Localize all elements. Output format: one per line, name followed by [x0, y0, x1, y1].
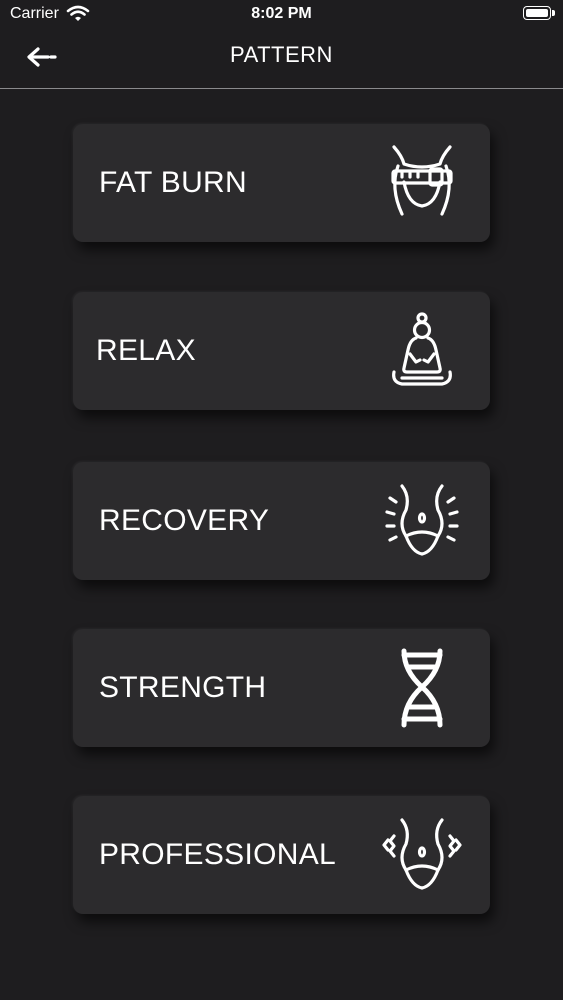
header-divider — [0, 88, 563, 89]
waist-measure-icon — [382, 142, 462, 224]
pattern-label: FAT BURN — [99, 166, 247, 199]
dna-icon — [382, 647, 462, 729]
page-title: PATTERN — [230, 42, 333, 67]
pattern-card-strength[interactable]: STRENGTH — [73, 629, 490, 747]
nav-bar: PATTERN — [0, 30, 563, 88]
battery-icon — [523, 6, 555, 20]
pattern-label: STRENGTH — [99, 671, 267, 704]
abdomen-recovery-icon — [382, 480, 462, 562]
pattern-card-professional[interactable]: PROFESSIONAL — [73, 796, 490, 914]
status-bar: Carrier 8:02 PM — [0, 0, 563, 30]
pattern-card-relax[interactable]: RELAX — [73, 292, 490, 410]
pattern-label: PROFESSIONAL — [99, 838, 336, 871]
pattern-card-recovery[interactable]: RECOVERY — [73, 462, 490, 580]
abdomen-vibration-icon — [382, 814, 462, 896]
status-time: 8:02 PM — [251, 5, 312, 22]
pattern-card-fat-burn[interactable]: FAT BURN — [73, 124, 490, 242]
pattern-label: RELAX — [96, 334, 196, 367]
pattern-label: RECOVERY — [99, 504, 270, 537]
meditation-icon — [382, 310, 462, 392]
